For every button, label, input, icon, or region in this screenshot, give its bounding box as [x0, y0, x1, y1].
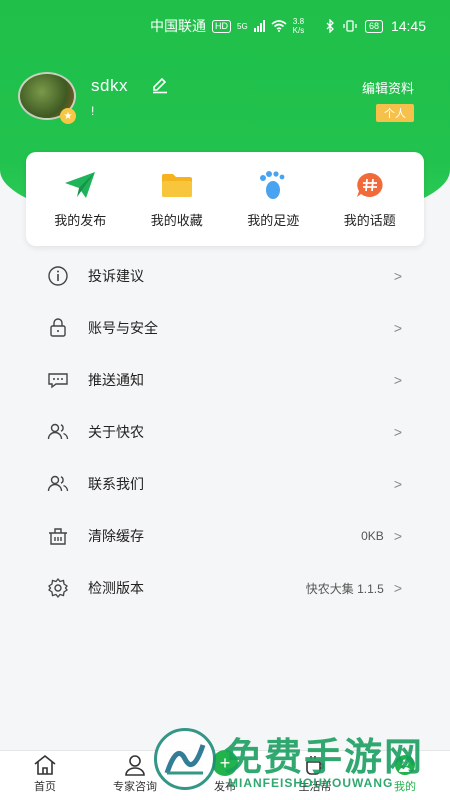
vibrate-icon	[343, 20, 357, 32]
user-signature: !	[91, 104, 95, 118]
quick-action-my-topics[interactable]: 我的话题	[323, 170, 417, 229]
quick-action-my-posts[interactable]: 我的发布	[33, 170, 127, 229]
menu-item-feedback[interactable]: 投诉建议 >	[0, 250, 450, 302]
quick-actions-card: 我的发布 我的收藏 我的足迹 我的话题	[26, 152, 424, 246]
nav-label: 发布	[214, 781, 236, 793]
nav-publish[interactable]: + 发布	[180, 750, 270, 800]
account-type-badge: 个人	[376, 104, 414, 122]
menu-item-label: 推送通知	[88, 372, 144, 388]
menu-item-label: 投诉建议	[88, 268, 144, 284]
chevron-right-icon: >	[393, 320, 402, 336]
network-type: 5G	[237, 21, 248, 31]
avatar[interactable]: ★	[18, 72, 76, 124]
bluetooth-icon	[326, 19, 334, 33]
wifi-icon	[271, 20, 287, 32]
menu-item-clear-cache[interactable]: 清除缓存 0KB >	[0, 510, 450, 562]
info-icon	[46, 264, 70, 288]
nav-label: 我的	[394, 781, 416, 793]
cache-size-value: 0KB	[361, 529, 384, 543]
menu-item-label: 联系我们	[88, 476, 144, 492]
users-icon	[46, 472, 70, 496]
menu-item-about[interactable]: 关于快农 >	[0, 406, 450, 458]
signal-icon	[253, 20, 265, 32]
quick-action-label: 我的收藏	[150, 212, 203, 228]
expert-icon	[125, 755, 145, 776]
message-icon	[46, 368, 70, 392]
lock-icon	[46, 316, 70, 340]
nav-mine[interactable]: 我的	[360, 751, 450, 800]
chevron-right-icon: >	[393, 268, 402, 284]
nav-label: 专家咨询	[113, 781, 157, 793]
hashtag-bubble-icon	[353, 170, 387, 200]
battery-indicator: 68	[364, 19, 383, 33]
quick-action-my-favorites[interactable]: 我的收藏	[130, 170, 224, 229]
status-bar: 中国联通 HD 5G 3.8 K/s 68 14:45	[0, 0, 450, 52]
menu-item-account-security[interactable]: 账号与安全 >	[0, 302, 450, 354]
menu-item-label: 检测版本	[88, 580, 144, 596]
menu-item-label: 关于快农	[88, 424, 144, 440]
pencil-icon[interactable]	[151, 76, 169, 94]
chevron-right-icon: >	[393, 528, 402, 544]
network-speed: 3.8 K/s	[292, 17, 305, 35]
edit-profile-link[interactable]: 编辑资料	[362, 78, 414, 97]
hd-badge: HD	[212, 19, 231, 33]
chevron-right-icon: >	[393, 476, 402, 492]
folder-icon	[160, 170, 194, 200]
menu-item-contact-us[interactable]: 联系我们 >	[0, 458, 450, 510]
plus-icon: +	[212, 750, 238, 776]
username: sdkx	[91, 76, 128, 95]
quick-action-label: 我的发布	[54, 212, 107, 228]
menu-item-label: 清除缓存	[88, 528, 144, 544]
nav-home[interactable]: 首页	[0, 751, 90, 800]
nav-life-help[interactable]: 生活帮	[270, 751, 360, 800]
clock: 14:45	[390, 18, 426, 34]
nav-label: 生活帮	[298, 781, 332, 793]
nav-label: 首页	[34, 781, 56, 793]
vip-badge-icon: ★	[60, 108, 76, 124]
nav-expert-consult[interactable]: 专家咨询	[90, 751, 180, 800]
cup-icon	[306, 756, 324, 775]
chevron-right-icon: >	[393, 424, 402, 440]
menu-item-check-version[interactable]: 检测版本 快农大集 1.1.5 >	[0, 562, 450, 614]
carrier-label: 中国联通	[150, 18, 206, 34]
settings-menu: 投诉建议 > 账号与安全 > 推送通知 > 关于快农 > 联系我们 > 清除缓存…	[0, 250, 450, 614]
chevron-right-icon: >	[393, 580, 402, 596]
home-icon	[34, 754, 56, 775]
paper-plane-icon	[63, 170, 97, 200]
menu-item-label: 账号与安全	[88, 320, 158, 336]
menu-item-push-notifications[interactable]: 推送通知 >	[0, 354, 450, 406]
quick-action-my-footprints[interactable]: 我的足迹	[226, 170, 320, 229]
users-icon	[46, 420, 70, 444]
app-version-value: 快农大集 1.1.5	[305, 581, 384, 596]
chevron-right-icon: >	[393, 372, 402, 388]
user-icon	[395, 755, 415, 775]
quick-action-label: 我的话题	[343, 212, 396, 228]
bottom-navigation: 首页 专家咨询 + 发布 生活帮 我的	[0, 750, 450, 800]
quick-action-label: 我的足迹	[247, 212, 300, 228]
footprint-icon	[256, 170, 290, 200]
gear-icon	[46, 576, 70, 600]
trash-icon	[46, 524, 70, 548]
